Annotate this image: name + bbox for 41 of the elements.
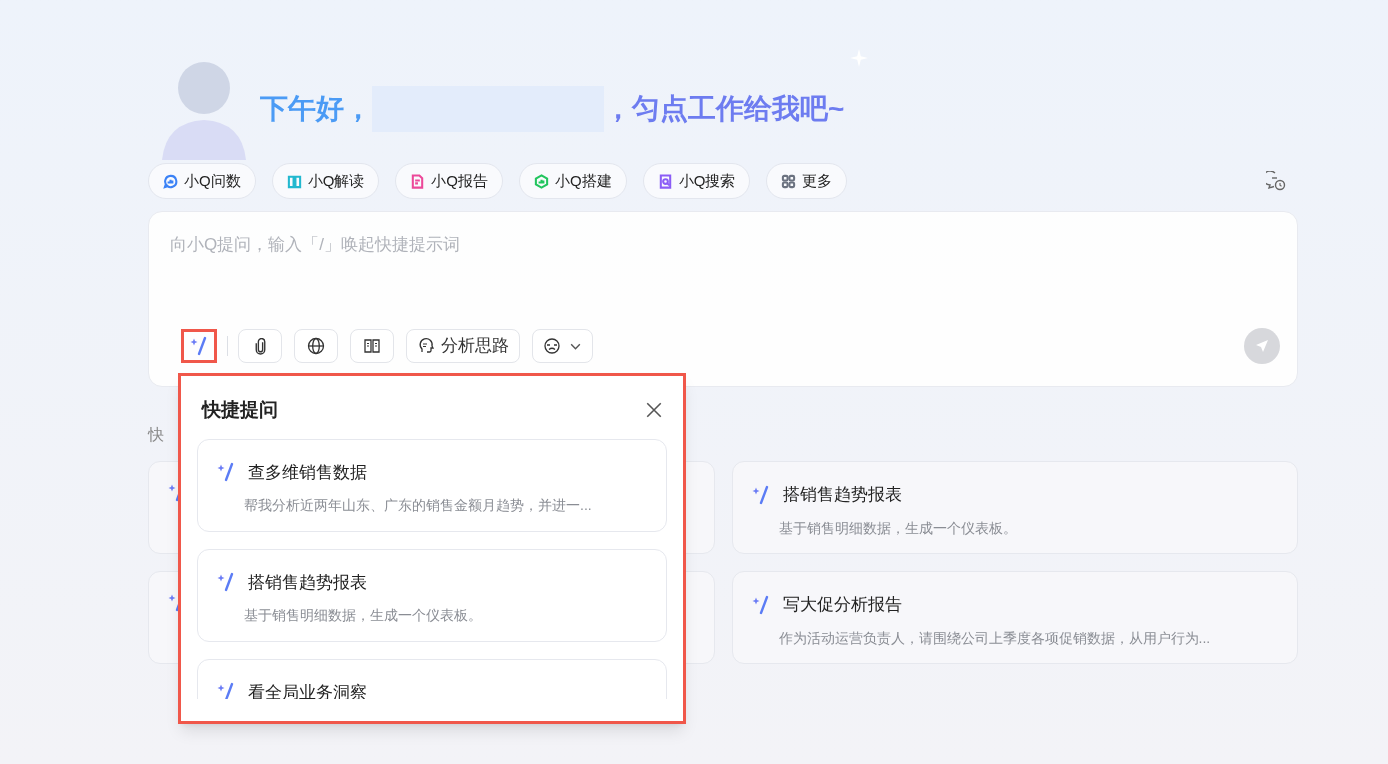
prompt-card[interactable]: 写大促分析报告 作为活动运营负责人，请围绕公司上季度各项促销数据，从用户行为... (731, 571, 1298, 664)
prompt-card[interactable]: 看全局业务洞察 (197, 658, 667, 699)
sparkle-slash-icon (216, 682, 236, 699)
agent-chip[interactable]: 小Q解读 (271, 163, 380, 199)
chat-history-icon[interactable] (1266, 171, 1286, 191)
card-description: 基于销售明细数据，生成一个仪表板。 (244, 606, 483, 625)
attach-button[interactable] (238, 329, 282, 363)
agent-chip[interactable]: 小Q报告 (395, 163, 503, 199)
quick-prompt-button[interactable] (181, 329, 217, 363)
card-title: 写大促分析报告 (782, 594, 902, 616)
popup-title: 快捷提问 (202, 398, 278, 422)
prompt-card[interactable]: 搭销售趋势报表 基于销售明细数据，生成一个仪表板。 (731, 461, 1298, 554)
model-icon (543, 337, 561, 355)
agent-chip[interactable]: 更多 (766, 163, 848, 199)
card-title: 搭销售趋势报表 (782, 484, 902, 506)
greeting-text: 下午好， (260, 92, 372, 126)
analysis-button[interactable]: 分析思路 (406, 329, 520, 363)
globe-icon (307, 337, 325, 355)
knowledge-button[interactable] (350, 329, 394, 363)
send-icon (1254, 338, 1270, 354)
card-description: 作为活动运营负责人，请围绕公司上季度各项促销数据，从用户行为... (778, 628, 1212, 648)
card-title: 查多维销售数据 (248, 461, 367, 484)
sparkle-slash-icon (216, 572, 236, 593)
sparkle-slash-icon (216, 462, 236, 483)
card-title: 搭销售趋势报表 (248, 571, 367, 594)
sparkle-slash-icon (189, 336, 209, 356)
agent-chip[interactable]: 小Q搭建 (519, 163, 627, 199)
web-search-button[interactable] (294, 329, 338, 363)
card-description: 帮我分析近两年山东、广东的销售金额月趋势，并进一... (244, 496, 593, 515)
prompt-card[interactable]: 搭销售趋势报表 基于销售明细数据，生成一个仪表板。 (197, 548, 667, 642)
card-title: 看全局业务洞察 (248, 681, 367, 699)
open-book-icon (363, 337, 381, 355)
greeting-text: ，匀点工作给我吧~ (604, 92, 845, 126)
prompt-card[interactable]: 查多维销售数据 帮我分析近两年山东、广东的销售金额月趋势，并进一... (197, 438, 667, 532)
model-dropdown[interactable] (532, 329, 593, 363)
agent-chip[interactable]: 小Q问数 (148, 163, 256, 199)
card-description: 基于销售明细数据，生成一个仪表板。 (778, 518, 1018, 538)
prompt-input[interactable]: 向小Q提问，输入「/」唤起快捷提示词 (170, 232, 1276, 258)
brain-icon (417, 337, 435, 355)
section-title: 快 (148, 425, 165, 445)
agent-chip[interactable]: 小Q搜索 (642, 163, 751, 199)
